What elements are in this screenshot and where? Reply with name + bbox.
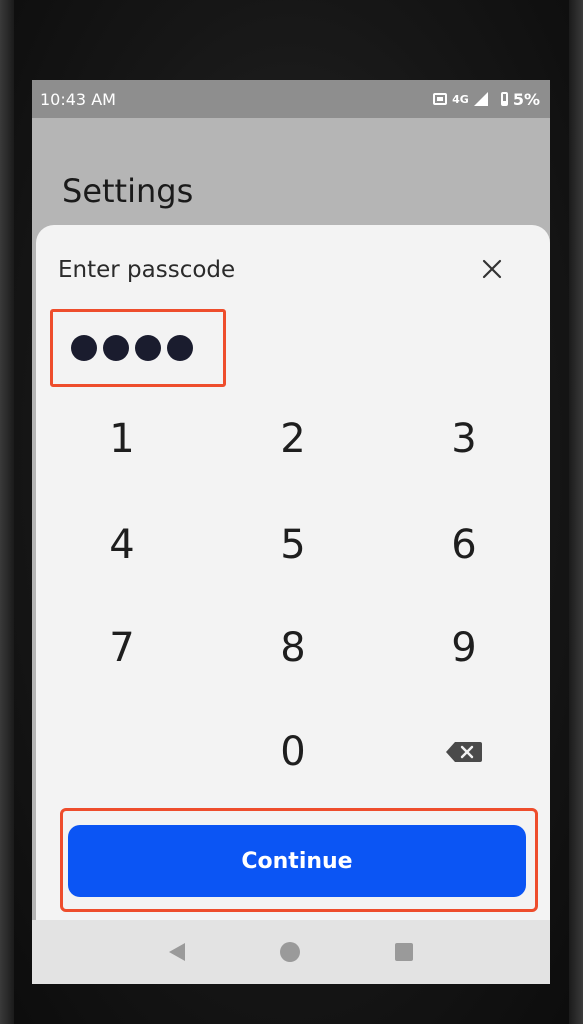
passcode-dot bbox=[103, 335, 129, 361]
passcode-field[interactable] bbox=[50, 309, 226, 387]
navigation-bar bbox=[32, 920, 550, 984]
backspace-icon bbox=[446, 742, 482, 762]
battery-percent: 5% bbox=[512, 89, 540, 109]
close-icon[interactable] bbox=[478, 255, 506, 283]
status-time: 10:43 AM bbox=[40, 89, 116, 109]
phone-bezel: 10:43 AM 4G 5% Settings Enter passcode 1… bbox=[0, 0, 583, 1024]
recents-icon[interactable] bbox=[394, 943, 413, 961]
key-7[interactable]: 7 bbox=[72, 608, 172, 688]
home-icon[interactable] bbox=[279, 942, 300, 962]
bezel-edge-right bbox=[569, 0, 583, 1024]
phone-screen: 10:43 AM 4G 5% Settings Enter passcode 1… bbox=[32, 80, 550, 984]
passcode-dot bbox=[71, 335, 97, 361]
passcode-dot bbox=[167, 335, 193, 361]
key-5[interactable]: 5 bbox=[243, 505, 343, 585]
key-6[interactable]: 6 bbox=[414, 505, 514, 585]
sheet-title: Enter passcode bbox=[58, 257, 236, 283]
key-9[interactable]: 9 bbox=[414, 608, 514, 688]
back-icon[interactable] bbox=[169, 943, 186, 961]
key-2[interactable]: 2 bbox=[243, 399, 343, 479]
passcode-dot bbox=[135, 335, 161, 361]
sim-icon bbox=[433, 93, 448, 105]
key-4[interactable]: 4 bbox=[72, 505, 172, 585]
page-title: Settings bbox=[62, 172, 194, 210]
bezel-edge-left bbox=[0, 0, 14, 1024]
key-8[interactable]: 8 bbox=[243, 608, 343, 688]
network-type: 4G bbox=[452, 92, 469, 106]
backspace-key[interactable] bbox=[414, 712, 514, 792]
battery-icon bbox=[500, 92, 508, 106]
continue-button[interactable]: Continue bbox=[68, 825, 526, 897]
status-bar: 10:43 AM 4G 5% bbox=[32, 80, 550, 118]
key-1[interactable]: 1 bbox=[72, 399, 172, 479]
key-0[interactable]: 0 bbox=[243, 712, 343, 792]
key-3[interactable]: 3 bbox=[414, 399, 514, 479]
status-icons: 4G 5% bbox=[433, 90, 540, 109]
signal-icon bbox=[473, 92, 488, 106]
